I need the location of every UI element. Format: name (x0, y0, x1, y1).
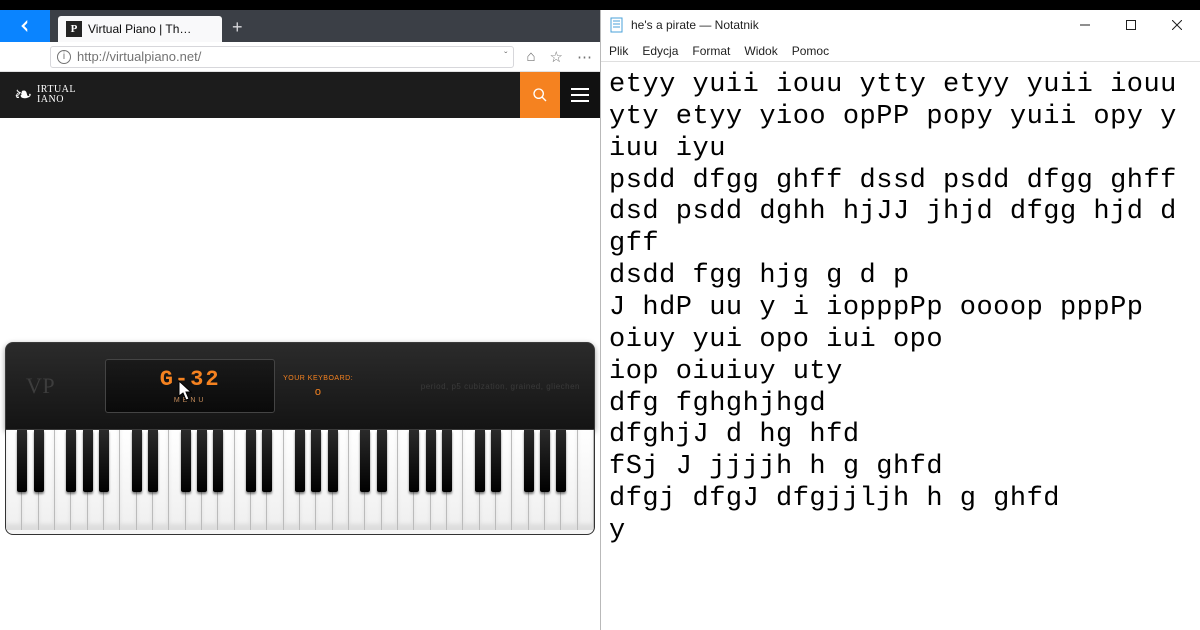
page-content: ❧ IRTUAL IANO VP G-32 MENU YO (0, 72, 600, 630)
toolbar-icons: ⌂ ☆ ⋯ (526, 48, 592, 66)
black-key[interactable] (426, 430, 436, 492)
logo-ornament-icon: ❧ (14, 82, 33, 108)
piano-panel: VP G-32 MENU YOUR KEYBOARD: o period, p5… (5, 342, 595, 430)
browser-tab[interactable]: P Virtual Piano | The Origin... (58, 16, 222, 42)
menu-pomoc[interactable]: Pomoc (792, 44, 829, 58)
kbd-value: o (283, 386, 353, 398)
search-icon (532, 87, 548, 103)
keyboard-indicator: YOUR KEYBOARD: o (283, 375, 353, 398)
black-key[interactable] (262, 430, 272, 492)
black-key[interactable] (213, 430, 223, 492)
tab-strip: P Virtual Piano | The Origin... + (0, 10, 600, 42)
close-button[interactable] (1154, 10, 1200, 40)
notepad-text-area[interactable]: etyy yuii iouu ytty etyy yuii iouu yty e… (601, 62, 1200, 548)
black-key[interactable] (181, 430, 191, 492)
address-bar[interactable]: i http://virtualpiano.net/ ˇ (50, 46, 514, 68)
site-header: ❧ IRTUAL IANO (0, 72, 600, 118)
black-key[interactable] (556, 430, 566, 492)
search-button[interactable] (520, 72, 560, 118)
black-key[interactable] (311, 430, 321, 492)
menu-widok[interactable]: Widok (744, 44, 777, 58)
black-key[interactable] (246, 430, 256, 492)
black-key[interactable] (491, 430, 501, 492)
browser-window: P Virtual Piano | The Origin... + i http… (0, 10, 600, 630)
url-text: http://virtualpiano.net/ (77, 49, 201, 64)
piano-instrument: VP G-32 MENU YOUR KEYBOARD: o period, p5… (5, 342, 595, 535)
black-key[interactable] (295, 430, 305, 492)
menu-edycja[interactable]: Edycja (642, 44, 678, 58)
black-key[interactable] (328, 430, 338, 492)
notepad-app-icon (609, 17, 625, 33)
black-key[interactable] (17, 430, 27, 492)
piano-brand: VP (26, 377, 55, 395)
black-key[interactable] (524, 430, 534, 492)
notepad-menubar: Plik Edycja Format Widok Pomoc (601, 40, 1200, 62)
site-info-icon[interactable]: i (57, 50, 71, 64)
black-key[interactable] (540, 430, 550, 492)
hamburger-icon (571, 88, 589, 102)
new-tab-button[interactable]: + (232, 17, 243, 38)
overflow-menu-icon[interactable]: ⋯ (577, 48, 592, 66)
black-key[interactable] (475, 430, 485, 492)
white-key[interactable] (578, 430, 594, 530)
piano-display[interactable]: G-32 MENU (105, 359, 275, 413)
notepad-window: he's a pirate — Notatnik Plik Edycja Forma… (600, 10, 1200, 630)
notepad-title: he's a pirate — Notatnik (631, 18, 759, 32)
black-key[interactable] (83, 430, 93, 492)
kbd-label-text: YOUR KEYBOARD: (283, 375, 353, 382)
favicon: P (66, 21, 82, 37)
tab-title: Virtual Piano | The Origin... (88, 22, 198, 36)
piano-keyboard[interactable] (5, 430, 595, 535)
display-note: G-32 (160, 369, 221, 391)
home-icon[interactable]: ⌂ (526, 48, 535, 66)
url-dropdown-icon[interactable]: ˇ (504, 51, 507, 62)
url-bar-row: i http://virtualpiano.net/ ˇ ⌂ ☆ ⋯ (0, 42, 600, 72)
back-button[interactable] (0, 10, 50, 42)
site-logo[interactable]: ❧ IRTUAL IANO (14, 82, 76, 108)
black-key[interactable] (377, 430, 387, 492)
notepad-titlebar[interactable]: he's a pirate — Notatnik (601, 10, 1200, 40)
screen-top-band (0, 0, 1200, 10)
piano-brand-main: VP (26, 377, 55, 395)
black-key[interactable] (34, 430, 44, 492)
menu-format[interactable]: Format (692, 44, 730, 58)
black-key[interactable] (132, 430, 142, 492)
black-key[interactable] (360, 430, 370, 492)
menu-button[interactable] (560, 72, 600, 118)
black-key[interactable] (99, 430, 109, 492)
minimize-button[interactable] (1062, 10, 1108, 40)
window-controls (1062, 10, 1200, 40)
black-key[interactable] (442, 430, 452, 492)
menu-plik[interactable]: Plik (609, 44, 628, 58)
display-menu-label[interactable]: MENU (174, 397, 207, 404)
black-key[interactable] (197, 430, 207, 492)
black-key[interactable] (148, 430, 158, 492)
bookmark-icon[interactable]: ☆ (550, 48, 563, 66)
piano-engraving: period, p5 cubization, grained, gliechen (421, 382, 580, 391)
black-key[interactable] (409, 430, 419, 492)
logo-text: IRTUAL IANO (37, 85, 76, 105)
black-key[interactable] (66, 430, 76, 492)
maximize-button[interactable] (1108, 10, 1154, 40)
